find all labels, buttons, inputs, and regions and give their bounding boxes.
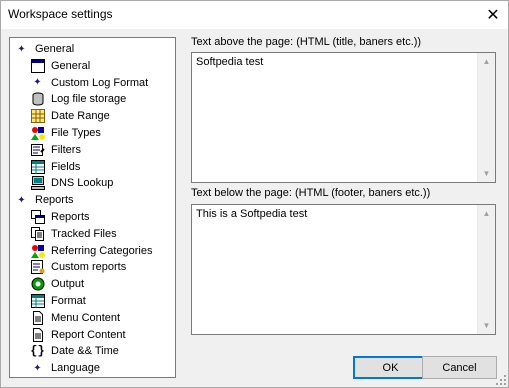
tree-item[interactable]: ✦ General (14, 41, 74, 57)
tree-item[interactable]: Log file storage (30, 91, 126, 107)
filter-icon (30, 142, 45, 157)
tree-item[interactable]: DNS Lookup (30, 175, 113, 191)
tree-item-label: Fields (51, 160, 81, 173)
tree-item[interactable]: Menu Content (30, 310, 120, 326)
workspace-settings-dialog: Workspace settings ✕ ✦ General General ✦ Cus… (0, 0, 509, 388)
scroll-up-icon[interactable]: ▲ (478, 205, 495, 222)
tree-item[interactable]: Reports (30, 209, 90, 225)
settings-tree[interactable]: ✦ General General ✦ Custom Log Format Log fil… (9, 37, 176, 378)
braces-icon: {} (30, 344, 45, 359)
shapes-icon (30, 243, 45, 258)
diamond-icon: ✦ (17, 194, 26, 206)
tree-item-label: Referring Categories (51, 244, 153, 257)
text-below-field[interactable]: This is a Softpedia test ▲ ▼ (191, 204, 496, 335)
tree-item-label: Output (51, 278, 85, 291)
text-above-label: Text above the page: (HTML (title, baner… (191, 36, 422, 48)
diamond-icon: ✦ (17, 43, 26, 55)
tree-item-label: Reports (51, 211, 90, 223)
windows-icon (30, 210, 45, 225)
tree-item[interactable]: File Types (30, 125, 101, 141)
text-above-field[interactable]: Softpedia test ▲ ▼ (191, 52, 496, 183)
ok-button[interactable]: OK (353, 356, 428, 379)
tree-item-label: DNS Lookup (51, 177, 114, 190)
tree-item-label: Date && Time (51, 345, 119, 358)
resize-grip-icon[interactable] (496, 375, 506, 385)
shapes-icon (30, 126, 45, 141)
scroll-down-icon[interactable]: ▼ (478, 317, 495, 334)
tree-item[interactable]: Filters (30, 142, 81, 158)
close-icon[interactable]: ✕ (478, 1, 508, 29)
tree-item-label: Report Content (51, 328, 126, 341)
tree-item[interactable]: ✦ Language (30, 360, 100, 376)
tree-item-label: Menu Content (51, 311, 121, 324)
grid-icon (30, 294, 45, 309)
tree-item[interactable]: Date Range (30, 108, 110, 124)
text-above-scrollbar[interactable]: ▲ ▼ (477, 53, 495, 182)
tree-item-label: Custom Log Format (51, 76, 149, 89)
tree-item[interactable]: Report Content (30, 327, 126, 343)
text-below-label: Text below the page: (HTML (footer, bane… (191, 187, 431, 199)
text-below-scrollbar[interactable]: ▲ ▼ (477, 205, 495, 334)
document-icon (30, 327, 45, 342)
tree-item-label: Custom reports (51, 261, 127, 274)
tree-item-label: General (35, 43, 75, 55)
database-icon (30, 92, 45, 107)
tree-item-label: Format (51, 295, 86, 307)
document-icon (30, 310, 45, 325)
text-below-value: This is a Softpedia test (196, 208, 308, 220)
tree-item-label: Tracked Files (51, 227, 117, 240)
diamond-icon: ✦ (33, 77, 42, 89)
tree-item[interactable]: ✦ Custom Log Format (30, 75, 148, 91)
cancel-button[interactable]: Cancel (422, 356, 497, 379)
grid-icon (30, 159, 45, 174)
text-above-value: Softpedia test (196, 56, 264, 68)
title-bar: Workspace settings ✕ (1, 1, 508, 29)
tree-item[interactable]: Fields (30, 159, 80, 175)
scroll-down-icon[interactable]: ▼ (478, 165, 495, 182)
custom-report-icon (30, 260, 45, 275)
tree-item[interactable]: Output (30, 276, 84, 292)
window-title: Workspace settings (8, 7, 113, 21)
tree-item[interactable]: General (30, 58, 90, 74)
diamond-icon: ✦ (33, 362, 42, 374)
files-icon (30, 226, 45, 241)
output-icon (30, 277, 45, 292)
tree-item-label: General (51, 59, 91, 72)
tree-item[interactable]: Referring Categories (30, 243, 153, 259)
tree-item[interactable]: Format (30, 293, 86, 309)
scroll-up-icon[interactable]: ▲ (478, 53, 495, 70)
window-icon (30, 58, 45, 73)
tree-item[interactable]: ✦ Reports (14, 192, 74, 208)
computer-icon (30, 176, 45, 191)
tree-item[interactable]: {} Date && Time (30, 343, 119, 359)
tree-item-label: Reports (35, 194, 74, 207)
calendar-icon (30, 109, 45, 124)
tree-item[interactable]: Custom reports (30, 259, 126, 275)
tree-item-label: File Types (51, 127, 101, 139)
tree-item-label: Date Range (51, 110, 110, 123)
tree-item-label: Language (51, 362, 100, 375)
tree-item[interactable]: Tracked Files (30, 226, 117, 242)
tree-item-label: Filters (51, 143, 81, 156)
tree-item-label: Log file storage (51, 93, 127, 106)
